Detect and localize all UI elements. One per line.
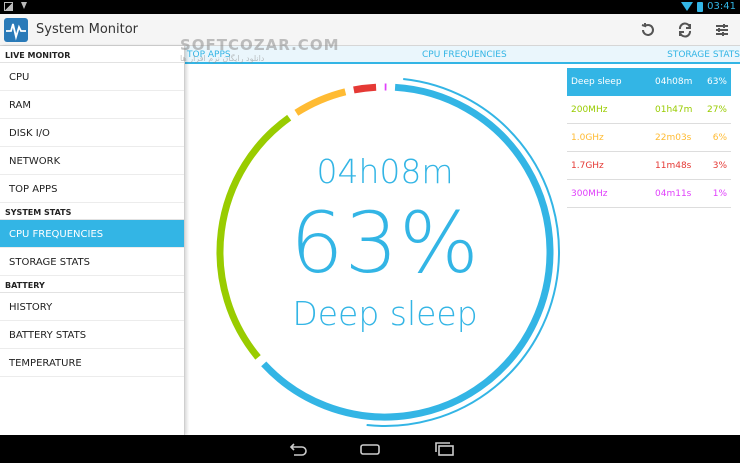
frequency-row[interactable]: 1.7GHz 11m48s 3% <box>567 152 731 180</box>
navigation-drawer: LIVE MONITOR CPU RAM DISK I/O NETWORK TO… <box>0 46 185 435</box>
wifi-icon <box>681 2 694 11</box>
frequency-percent: 6% <box>712 132 727 143</box>
settings-button[interactable] <box>703 14 740 46</box>
frequency-table: Deep sleep 04h08m 63% 200MHz 01h47m 27% 1.0GHz… <box>567 68 731 208</box>
tab-storage-stats[interactable]: STORAGE STATS <box>667 50 740 60</box>
frequency-time: 04m11s <box>655 188 692 199</box>
system-navigation-bar <box>0 435 740 463</box>
sidebar-item-network[interactable]: NETWORK <box>0 147 184 175</box>
sidebar-item-storage-stats[interactable]: STORAGE STATS <box>0 248 184 276</box>
frequency-percent: 63% <box>706 77 727 87</box>
ring-segment[interactable] <box>353 83 377 94</box>
refresh-icon <box>678 22 691 38</box>
recent-apps-icon <box>435 442 454 456</box>
frequency-label: 1.0GHz <box>571 132 604 143</box>
selected-time: 04h08m <box>316 152 454 191</box>
frequency-row[interactable]: 1.0GHz 22m03s 6% <box>567 124 731 152</box>
watermark-subtitle: دانلود رایگان نرم افزار ها <box>180 54 265 63</box>
selected-percent: 63% <box>290 194 480 292</box>
sidebar-item-disk-io[interactable]: DISK I/O <box>0 119 184 147</box>
back-icon <box>289 443 307 456</box>
frequency-row[interactable]: Deep sleep 04h08m 63% <box>567 68 731 96</box>
section-header-system-stats: SYSTEM STATS <box>0 203 184 220</box>
refresh-button[interactable] <box>666 14 703 46</box>
frequency-percent: 1% <box>712 188 727 199</box>
home-button[interactable] <box>358 441 382 457</box>
sidebar-item-cpu[interactable]: CPU <box>0 63 184 91</box>
app-title: System Monitor <box>36 22 139 37</box>
sidebar-item-history[interactable]: HISTORY <box>0 293 184 321</box>
recent-apps-button[interactable] <box>433 441 457 457</box>
frequency-time: 11m48s <box>655 160 692 171</box>
frequency-label: 200MHz <box>571 104 608 115</box>
section-header-live-monitor: LIVE MONITOR <box>0 46 184 63</box>
cpu-frequencies-panel: 04h08m 63% Deep sleep Deep sleep 04h08m 63… <box>185 64 740 435</box>
frequency-time: 04h08m <box>655 77 693 87</box>
battery-icon <box>697 1 704 12</box>
selected-state: Deep sleep <box>292 294 478 333</box>
sidebar-item-battery-stats[interactable]: BATTERY STATS <box>0 321 184 349</box>
sidebar-item-cpu-frequencies[interactable]: CPU FREQUENCIES <box>0 220 184 248</box>
frequency-percent: 3% <box>712 160 727 171</box>
reset-button[interactable] <box>629 14 666 46</box>
watermark: SOFTCOZAR.COM <box>180 36 340 54</box>
sidebar-item-top-apps[interactable]: TOP APPS <box>0 175 184 203</box>
settings-sliders-icon <box>715 24 728 36</box>
frequency-label: 1.7GHz <box>571 160 604 171</box>
section-header-battery: BATTERY <box>0 276 184 293</box>
frequency-row[interactable]: 300MHz 04m11s 1% <box>567 180 731 208</box>
status-time: 03:41 <box>707 1 736 12</box>
ring-segment[interactable] <box>294 88 347 116</box>
home-icon <box>360 444 380 455</box>
frequency-row[interactable]: 200MHz 01h47m 27% <box>567 96 731 124</box>
download-notification-icon <box>19 2 28 11</box>
frequency-time: 01h47m <box>655 104 693 115</box>
frequency-label: 300MHz <box>571 188 608 199</box>
reset-icon <box>641 23 654 36</box>
frequency-time: 22m03s <box>655 132 692 143</box>
frequency-percent: 27% <box>706 104 727 115</box>
tab-cpu-frequencies[interactable]: CPU FREQUENCIES <box>422 50 507 60</box>
sidebar-item-temperature[interactable]: TEMPERATURE <box>0 349 184 377</box>
frequency-label: Deep sleep <box>571 77 622 87</box>
app-logo-icon[interactable] <box>4 18 28 42</box>
image-notification-icon <box>4 2 13 11</box>
action-bar: System Monitor <box>0 14 740 46</box>
back-button[interactable] <box>285 441 309 457</box>
status-bar: 03:41 <box>0 0 740 14</box>
sidebar-item-ram[interactable]: RAM <box>0 91 184 119</box>
